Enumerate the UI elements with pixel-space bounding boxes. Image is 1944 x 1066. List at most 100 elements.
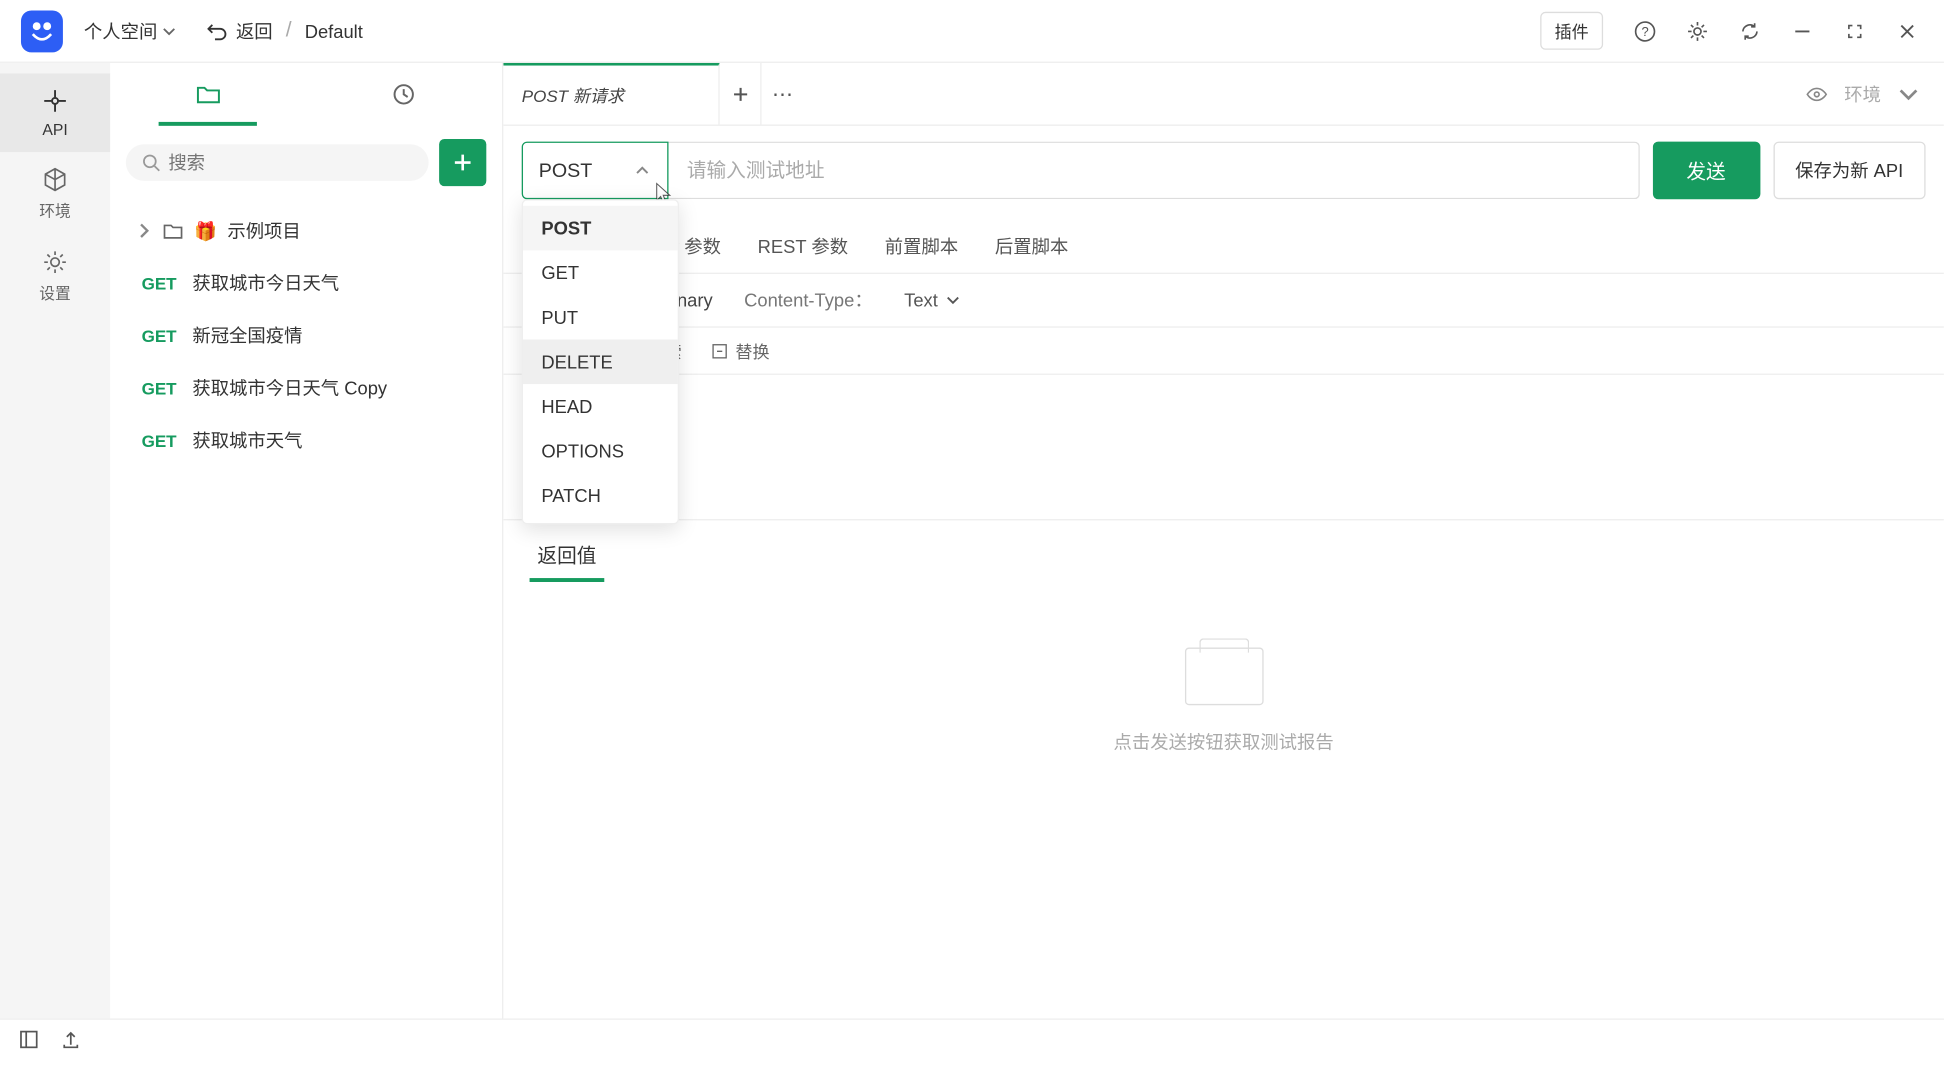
- help-icon: ?: [1633, 19, 1657, 43]
- empty-state: 点击发送按钮获取测试报告: [503, 582, 1944, 821]
- method-option-put[interactable]: PUT: [523, 295, 678, 340]
- close-icon: [1895, 19, 1919, 43]
- api-name: 获取城市今日天气 Copy: [192, 375, 387, 401]
- help-button[interactable]: ?: [1624, 10, 1666, 52]
- save-button[interactable]: 保存为新 API: [1773, 142, 1926, 200]
- content-type-label: Content-Type：: [744, 287, 873, 313]
- breadcrumb-item[interactable]: Default: [305, 20, 363, 41]
- add-button[interactable]: [439, 139, 486, 186]
- subtab-postscript[interactable]: 后置脚本: [992, 220, 1071, 272]
- sidebar-tab-history[interactable]: [306, 63, 502, 126]
- replace-icon: [710, 341, 728, 359]
- gear-icon: [41, 248, 70, 277]
- dots-icon: ⋯: [772, 81, 793, 107]
- tree-item[interactable]: GET获取城市今日天气: [110, 257, 502, 309]
- maximize-icon: [1843, 19, 1867, 43]
- back-label: 返回: [236, 18, 273, 44]
- method-badge: GET: [142, 326, 177, 346]
- api-name: 新冠全国疫情: [192, 322, 302, 348]
- cube-icon: [41, 165, 70, 194]
- rail-settings[interactable]: 设置: [0, 235, 110, 318]
- method-select[interactable]: POST: [522, 142, 669, 200]
- workspace-selector[interactable]: 个人空间: [84, 18, 176, 44]
- body-type-row: Raw Binary Content-Type： Text: [503, 274, 1944, 328]
- tree-item[interactable]: GET获取城市天气: [110, 414, 502, 466]
- tree-folder[interactable]: 🎁 示例项目: [110, 204, 502, 256]
- sidebar-tab-folder[interactable]: [110, 63, 306, 126]
- method-option-patch[interactable]: PATCH: [523, 473, 678, 518]
- plus-icon: [451, 151, 475, 175]
- refresh-button[interactable]: [1729, 10, 1771, 52]
- app-logo: [21, 10, 63, 52]
- gear-icon: [1686, 19, 1710, 43]
- sidebar-search[interactable]: [126, 144, 429, 181]
- method-option-get[interactable]: GET: [523, 250, 678, 295]
- method-option-head[interactable]: HEAD: [523, 384, 678, 429]
- new-tab-button[interactable]: [720, 63, 762, 125]
- chevron-up-icon: [633, 161, 651, 179]
- send-button[interactable]: 发送: [1652, 142, 1760, 200]
- url-input[interactable]: [669, 142, 1640, 200]
- method-option-delete[interactable]: DELETE: [523, 339, 678, 384]
- body-editor[interactable]: [503, 375, 1944, 519]
- tree-item[interactable]: GET 获取城市今日天气 Copy: [110, 362, 502, 414]
- chevron-down-icon: [163, 24, 176, 37]
- close-button[interactable]: [1886, 10, 1928, 52]
- logo-icon: [26, 15, 57, 46]
- method-badge: GET: [142, 431, 177, 451]
- replace-button[interactable]: 替换: [710, 338, 769, 363]
- request-subtabs: 请求体 Query 参数 REST 参数 前置脚本 后置脚本: [503, 215, 1944, 274]
- search-icon: [142, 152, 161, 173]
- settings-button[interactable]: [1677, 10, 1719, 52]
- minimize-icon: [1791, 19, 1815, 43]
- chevron-right-icon: [136, 223, 152, 239]
- nav-rail: API 环境 设置: [0, 63, 110, 1019]
- response-area: 返回值 点击发送按钮获取测试报告: [503, 519, 1944, 820]
- content-area: POST 新请求 ⋯ 环境 POST 发送 保存为新 API POST GET: [503, 63, 1944, 1019]
- panel-toggle-button[interactable]: [18, 1029, 39, 1057]
- subtab-prescript[interactable]: 前置脚本: [882, 220, 961, 272]
- tree-item[interactable]: GET 新冠全国疫情: [110, 309, 502, 361]
- panel-icon: [18, 1029, 39, 1050]
- rail-env[interactable]: 环境: [0, 152, 110, 235]
- url-row: POST 发送 保存为新 API POST GET PUT DELETE HEA…: [503, 126, 1944, 215]
- breadcrumb-separator: /: [286, 19, 292, 43]
- rail-settings-label: 设置: [39, 282, 70, 304]
- plugin-button[interactable]: 插件: [1540, 12, 1603, 50]
- back-button[interactable]: 返回: [207, 18, 273, 44]
- sidebar-search-input[interactable]: [168, 152, 413, 173]
- environment-selector[interactable]: 环境: [1781, 63, 1944, 125]
- plus-icon: [731, 85, 749, 103]
- maximize-button[interactable]: [1834, 10, 1876, 52]
- request-tab[interactable]: POST 新请求: [503, 63, 719, 125]
- folder-icon: [163, 220, 184, 241]
- rail-env-label: 环境: [39, 199, 70, 221]
- method-option-post[interactable]: POST: [523, 206, 678, 251]
- api-name: 获取城市今日天气: [192, 270, 339, 296]
- rail-api[interactable]: API: [0, 73, 110, 152]
- content-type-value: Text: [904, 290, 938, 311]
- chevron-down-icon: [946, 292, 962, 308]
- content-type-select[interactable]: Text: [904, 290, 961, 311]
- subtab-rest[interactable]: REST 参数: [755, 220, 851, 272]
- env-label: 环境: [1844, 81, 1881, 107]
- response-tab[interactable]: 返回值: [530, 528, 605, 582]
- share-button[interactable]: [60, 1029, 81, 1057]
- svg-text:?: ?: [1641, 24, 1648, 39]
- request-tabs: POST 新请求 ⋯ 环境: [503, 63, 1944, 126]
- folder-icon: [195, 81, 221, 107]
- refresh-icon: [1738, 19, 1762, 43]
- api-tree: 🎁 示例项目 GET获取城市今日天气 GET新冠全国疫情 GET获取城市今日天气…: [110, 199, 502, 472]
- method-option-options[interactable]: OPTIONS: [523, 429, 678, 474]
- method-badge: GET: [142, 378, 177, 398]
- rail-api-label: API: [42, 121, 67, 139]
- folder-label: 示例项目: [227, 218, 300, 244]
- undo-icon: [207, 20, 228, 41]
- minimize-button[interactable]: [1781, 10, 1823, 52]
- editor-toolbar: 复制 搜索 替换: [503, 328, 1944, 375]
- sidebar-tabs: [110, 63, 502, 126]
- api-icon: [41, 87, 70, 116]
- history-icon: [391, 81, 417, 107]
- tab-more-button[interactable]: ⋯: [762, 63, 804, 125]
- upload-icon: [60, 1029, 81, 1050]
